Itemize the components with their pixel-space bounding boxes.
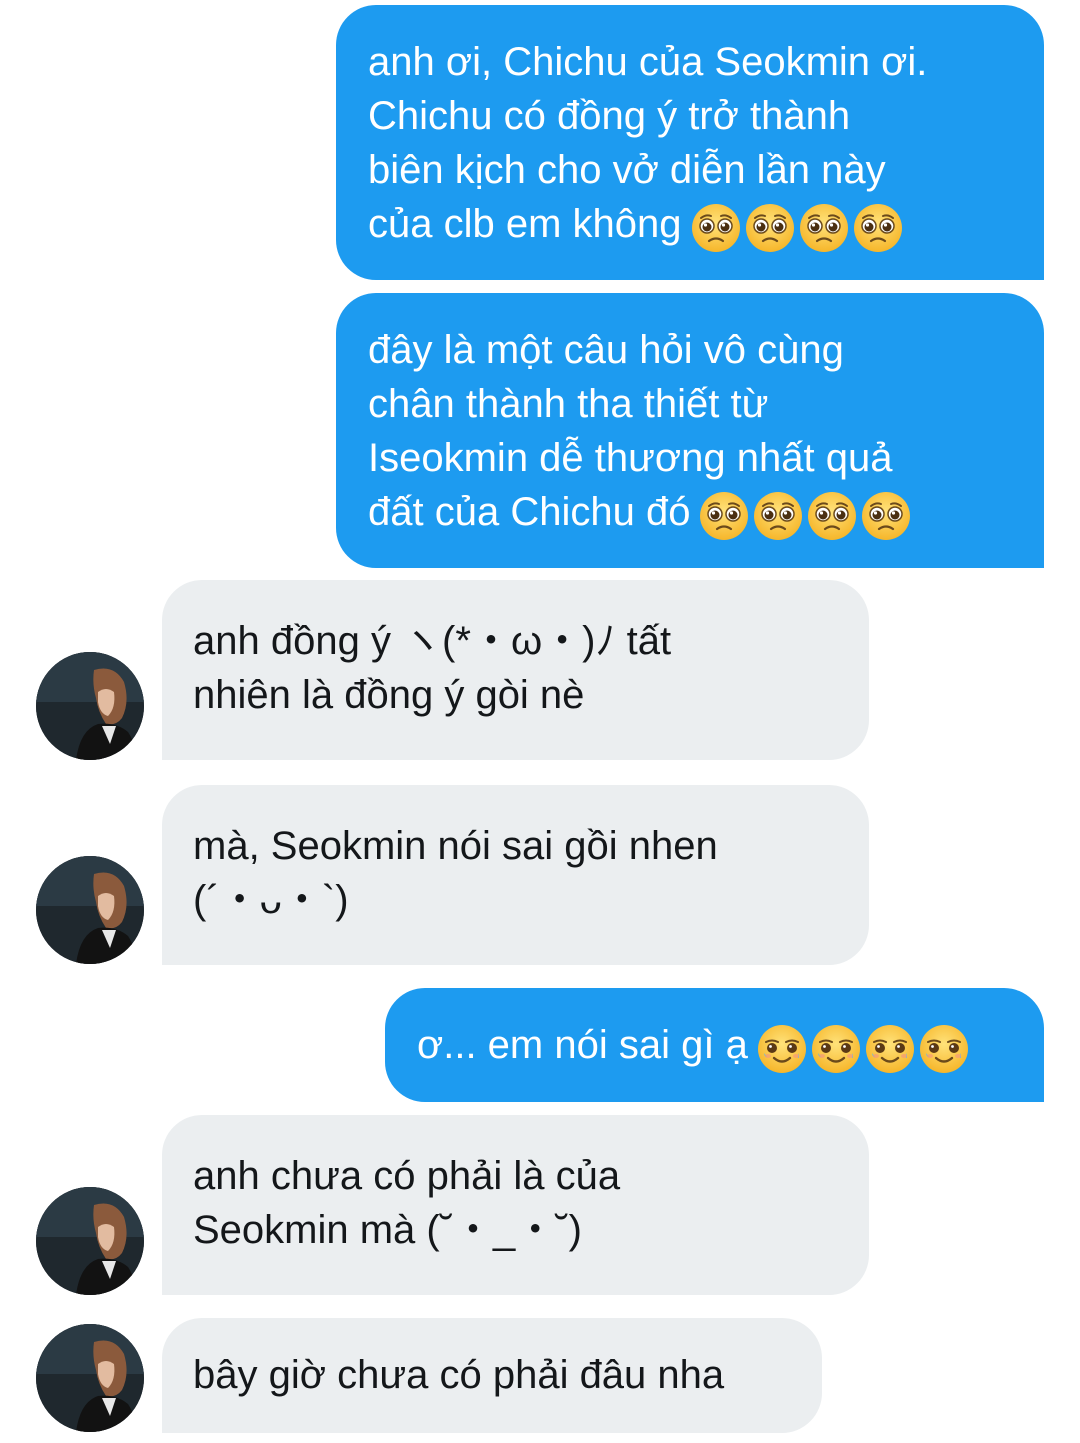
contact-avatar[interactable]: [36, 1324, 144, 1432]
smiling-face-with-tear-icon: [918, 1023, 970, 1075]
emoji-group: [690, 199, 906, 254]
contact-avatar[interactable]: [36, 856, 144, 964]
message-text-line: bây giờ chưa có phải đâu nha: [193, 1353, 725, 1397]
conversation-thread: anh ơi, Chichu của Seokmin ơi. Chichu có…: [0, 0, 1080, 1443]
pleading-face-icon: [690, 202, 742, 254]
message-text-line: đây là một câu hỏi vô cùng: [368, 328, 844, 372]
message-text: ơ... em nói sai gì ạ: [417, 1023, 748, 1067]
received-message-bubble[interactable]: mà, Seokmin nói sai gồi nhen (´・ᴗ・`): [162, 785, 869, 965]
message-text-line: Iseokmin dễ thương nhất quả: [368, 436, 893, 480]
message-text-line: đất của Chichu đó: [368, 485, 1016, 542]
message-text-line: anh đồng ý ヽ(*・ω・)ﾉ tất: [193, 619, 672, 663]
emoji-group: [698, 487, 914, 542]
pleading-face-icon: [860, 490, 912, 542]
emoji-group: [756, 1020, 972, 1075]
pleading-face-icon: [806, 490, 858, 542]
sent-message-bubble[interactable]: ơ... em nói sai gì ạ: [385, 988, 1044, 1102]
smiling-face-with-tear-icon: [756, 1023, 808, 1075]
message-text-line: (´・ᴗ・`): [193, 878, 349, 922]
received-message-bubble[interactable]: anh đồng ý ヽ(*・ω・)ﾉ tất nhiên là đồng ý …: [162, 580, 869, 760]
message-text-line: mà, Seokmin nói sai gồi nhen: [193, 824, 718, 868]
pleading-face-icon: [744, 202, 796, 254]
smiling-face-with-tear-icon: [864, 1023, 916, 1075]
message-text-line: chân thành tha thiết từ: [368, 382, 769, 426]
pleading-face-icon: [752, 490, 804, 542]
pleading-face-icon: [698, 490, 750, 542]
contact-avatar[interactable]: [36, 1187, 144, 1295]
message-text-line: Chichu có đồng ý trở thành: [368, 94, 851, 138]
message-text-line: Seokmin mà (˘・_・˘): [193, 1208, 582, 1252]
message-text-line: anh ơi, Chichu của Seokmin ơi.: [368, 40, 928, 84]
message-text-line: biên kịch cho vở diễn lần này: [368, 148, 886, 192]
message-text: của clb em không: [368, 202, 682, 246]
pleading-face-icon: [852, 202, 904, 254]
message-text-line: ơ... em nói sai gì ạ: [417, 1018, 1016, 1075]
sent-message-bubble[interactable]: đây là một câu hỏi vô cùng chân thành th…: [336, 293, 1044, 568]
received-message-bubble[interactable]: anh chưa có phải là của Seokmin mà (˘・_・…: [162, 1115, 869, 1295]
message-text-line: anh chưa có phải là của: [193, 1154, 621, 1198]
pleading-face-icon: [798, 202, 850, 254]
sent-message-bubble[interactable]: anh ơi, Chichu của Seokmin ơi. Chichu có…: [336, 5, 1044, 280]
received-message-bubble[interactable]: bây giờ chưa có phải đâu nha: [162, 1318, 822, 1433]
message-text-line: nhiên là đồng ý gòi nè: [193, 673, 585, 717]
contact-avatar[interactable]: [36, 652, 144, 760]
message-text: đất của Chichu đó: [368, 490, 691, 534]
smiling-face-with-tear-icon: [810, 1023, 862, 1075]
message-text-line: của clb em không: [368, 197, 1016, 254]
